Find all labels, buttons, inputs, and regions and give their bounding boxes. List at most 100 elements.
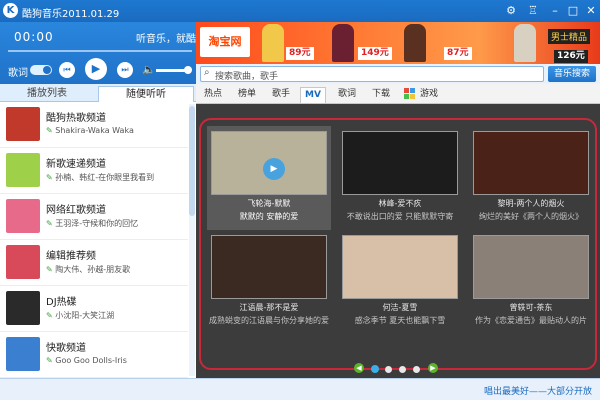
tab-hot[interactable]: 热点 [200, 87, 226, 103]
model-figure-2 [332, 24, 354, 62]
station-title: 新歌速递频道 [46, 159, 106, 170]
kugou-logo: K [3, 3, 18, 18]
tab-downloads[interactable]: 下载 [368, 87, 394, 103]
station-title: 快歌频道 [46, 343, 86, 354]
station-item[interactable]: 快歌频道 Goo Goo Dolls-Iris [0, 332, 188, 378]
carousel-page-dot[interactable] [385, 366, 392, 373]
tab-singers[interactable]: 歌手 [268, 87, 294, 103]
mv-description: 感念季节 夏天也能飘下雪 [354, 316, 446, 325]
mv-description: 绚烂的美好《两个人的烟火》 [479, 212, 583, 221]
status-bar: 唱出最美好——大部分开放 [0, 378, 600, 400]
search-placeholder: 搜索歌曲，歌手 [215, 72, 279, 82]
station-subtitle: Shakira-Waka Waka [46, 126, 134, 135]
tab-charts[interactable]: 榜单 [234, 87, 260, 103]
status-text[interactable]: 唱出最美好——大部分开放 [484, 384, 592, 397]
close-icon[interactable]: ✕ [584, 4, 598, 18]
shirt-icon[interactable]: ♖ [526, 4, 540, 18]
carousel-prev-arrow[interactable]: ◀ [354, 363, 364, 373]
station-item[interactable]: 编辑推荐频陶大伟、孙越-朋友歌 [0, 240, 188, 286]
taobao-logo: 淘宝网 [200, 27, 250, 57]
mv-title[interactable]: 何洁-夏雪 [338, 302, 462, 313]
title-bar[interactable]: K 酷狗音乐2011.01.29 ⚙ ♖ – □ ✕ [0, 0, 600, 22]
station-subtitle: 陶大伟、孙越-朋友歌 [46, 264, 130, 275]
menswear-label: 男士精品 [548, 29, 591, 44]
mv-description: 成熟蜕变的江语晨与你分享她的爱 [209, 316, 329, 325]
mv-title[interactable]: 林峰-爱不疚 [338, 198, 462, 209]
gear-icon[interactable]: ⚙ [504, 4, 518, 18]
mv-title[interactable]: 江语晨-那不是爱 [207, 302, 331, 313]
mv-card[interactable]: 黎明-两个人的烟火 绚烂的美好《两个人的烟火》 [469, 126, 593, 230]
mv-card[interactable]: 曾轶可-茶东 作为《恋爱通告》最贴动人的片 [469, 230, 593, 334]
model-figure-3 [514, 24, 536, 62]
progress-bar[interactable] [8, 50, 192, 52]
mv-thumbnail[interactable] [473, 131, 589, 195]
lyric-label: 歌词 [8, 68, 28, 79]
handbag-image [404, 24, 426, 62]
ad-banner[interactable]: 淘宝网 89元 149元 87元 男士精品 126元 [196, 22, 600, 64]
carousel-page-dot[interactable] [371, 365, 379, 373]
left-panel: 00:00 听音乐，就酷狗 歌词 ⏮ ▶ ⏭ 🔈 播放列表 随便听听 酷狗热歌频… [0, 22, 206, 378]
price-tag-1: 89元 [286, 47, 314, 60]
carousel-page-dot[interactable] [413, 366, 420, 373]
station-subtitle: Goo Goo Dolls-Iris [46, 356, 127, 365]
mv-title[interactable]: 飞轮海-默默 [207, 198, 331, 209]
game-icon [404, 88, 415, 99]
mv-description: 默默的 安静的爱 [239, 212, 299, 221]
station-list: 酷狗热歌频道 Shakira-Waka Waka 新歌速递频道孙楠、韩红-在你眼里我… [0, 102, 188, 378]
mv-thumbnail[interactable]: ▶ [211, 131, 327, 195]
mv-card[interactable]: ▶ 飞轮海-默默 默默的 安静的爱 [207, 126, 331, 230]
tab-games[interactable]: 游戏 [416, 87, 442, 103]
price-tag-4: 126元 [554, 50, 588, 63]
mv-thumbnail[interactable] [211, 235, 327, 299]
station-scrollbar-thumb[interactable] [189, 106, 195, 216]
lyric-toggle[interactable] [30, 65, 52, 75]
window-title: 酷狗音乐2011.01.29 [22, 9, 120, 20]
tab-playlist[interactable]: 播放列表 [4, 86, 90, 102]
restore-icon[interactable]: □ [566, 4, 580, 18]
station-item[interactable]: 酷狗热歌频道 Shakira-Waka Waka [0, 102, 188, 148]
tab-random-listen[interactable]: 随便听听 [98, 86, 194, 102]
play-overlay-icon[interactable]: ▶ [263, 158, 285, 180]
tab-mv[interactable]: MV [300, 87, 326, 103]
station-subtitle: 小沈阳-大笑江湖 [46, 310, 114, 321]
previous-button[interactable]: ⏮ [59, 62, 75, 78]
carousel-next-arrow[interactable]: ▶ [428, 363, 438, 373]
content-tabs: 热点 榜单 歌手 MV 歌词 下载 游戏 [196, 84, 600, 104]
mv-card[interactable]: 江语晨-那不是爱 成熟蜕变的江语晨与你分享她的爱 [207, 230, 331, 334]
search-icon: ⌕ [204, 67, 210, 78]
volume-icon[interactable]: 🔈 [142, 63, 156, 76]
mv-card[interactable]: 林峰-爱不疚 不敢说出口的爱 只能默默守寄 [338, 126, 462, 230]
mv-thumbnail[interactable] [342, 131, 458, 195]
kugou-window: K 酷狗音乐2011.01.29 ⚙ ♖ – □ ✕ 00:00 听音乐，就酷狗… [0, 0, 600, 400]
ad-banner-background [196, 22, 600, 64]
volume-knob[interactable] [184, 66, 192, 74]
mv-thumbnail[interactable] [473, 235, 589, 299]
play-button[interactable]: ▶ [85, 58, 107, 80]
mv-thumbnail[interactable] [342, 235, 458, 299]
mv-panel: ▶ 飞轮海-默默 默默的 安静的爱 林峰-爱不疚 不敢说出口的爱 只能默默守寄 黎明-两个… [196, 104, 600, 378]
search-input[interactable]: ⌕ 搜索歌曲，歌手 [200, 66, 544, 82]
left-tabs: 播放列表 随便听听 [0, 84, 196, 102]
next-button[interactable]: ⏭ [117, 62, 133, 78]
station-thumbnail [6, 199, 40, 233]
mv-description: 作为《恋爱通告》最贴动人的片 [475, 316, 587, 325]
station-thumbnail [6, 153, 40, 187]
station-item[interactable]: 网络红歌频道王羽泽-守候和你的回忆 [0, 194, 188, 240]
play-time: 00:00 [14, 30, 54, 44]
price-tag-2: 149元 [358, 47, 392, 60]
mv-card[interactable]: 何洁-夏雪感念季节 夏天也能飘下雪 [338, 230, 462, 334]
station-item[interactable]: DJ热碟小沈阳-大笑江湖 [0, 286, 188, 332]
station-thumbnail [6, 337, 40, 371]
carousel-page-dot[interactable] [399, 366, 406, 373]
station-item[interactable]: 新歌速递频道孙楠、韩红-在你眼里我看到 [0, 148, 188, 194]
music-search-button[interactable]: 音乐搜索 [548, 66, 596, 82]
station-subtitle: 孙楠、韩红-在你眼里我看到 [46, 172, 154, 183]
station-thumbnail [6, 291, 40, 325]
minimize-icon[interactable]: – [548, 4, 562, 18]
station-subtitle: 王羽泽-守候和你的回忆 [46, 218, 138, 229]
mv-title[interactable]: 黎明-两个人的烟火 [469, 198, 593, 209]
mv-title[interactable]: 曾轶可-茶东 [469, 302, 593, 313]
tab-lyrics[interactable]: 歌词 [334, 87, 360, 103]
station-title: 网络红歌频道 [46, 205, 106, 216]
station-title: 编辑推荐频 [46, 251, 96, 262]
